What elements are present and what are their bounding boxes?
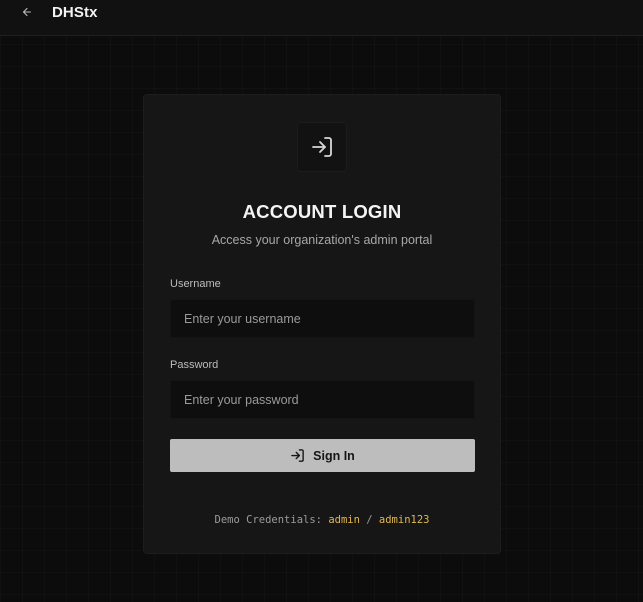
back-button[interactable] bbox=[18, 3, 36, 21]
demo-password: admin123 bbox=[378, 514, 430, 526]
sign-in-button[interactable]: Sign In bbox=[170, 439, 475, 472]
login-badge bbox=[297, 122, 347, 172]
password-input[interactable] bbox=[170, 380, 475, 419]
page-subtitle: Access your organization's admin portal bbox=[211, 233, 433, 247]
top-bar: DHStx bbox=[0, 0, 643, 36]
username-label: Username bbox=[170, 278, 221, 290]
username-input[interactable] bbox=[170, 299, 475, 338]
arrow-left-icon bbox=[22, 7, 32, 17]
demo-separator: / bbox=[366, 514, 373, 526]
brand-name: DHStx bbox=[52, 4, 98, 21]
login-icon bbox=[312, 137, 332, 157]
demo-credentials: Demo Credentials: admin / admin123 bbox=[144, 514, 500, 526]
login-card: ACCOUNT LOGIN Access your organization's… bbox=[143, 94, 501, 554]
demo-prefix: Demo Credentials: bbox=[214, 514, 322, 526]
password-label: Password bbox=[170, 359, 219, 371]
sign-in-label: Sign In bbox=[313, 448, 355, 463]
login-icon bbox=[291, 449, 304, 462]
demo-username: admin bbox=[328, 514, 360, 526]
page-title: ACCOUNT LOGIN bbox=[242, 201, 402, 222]
